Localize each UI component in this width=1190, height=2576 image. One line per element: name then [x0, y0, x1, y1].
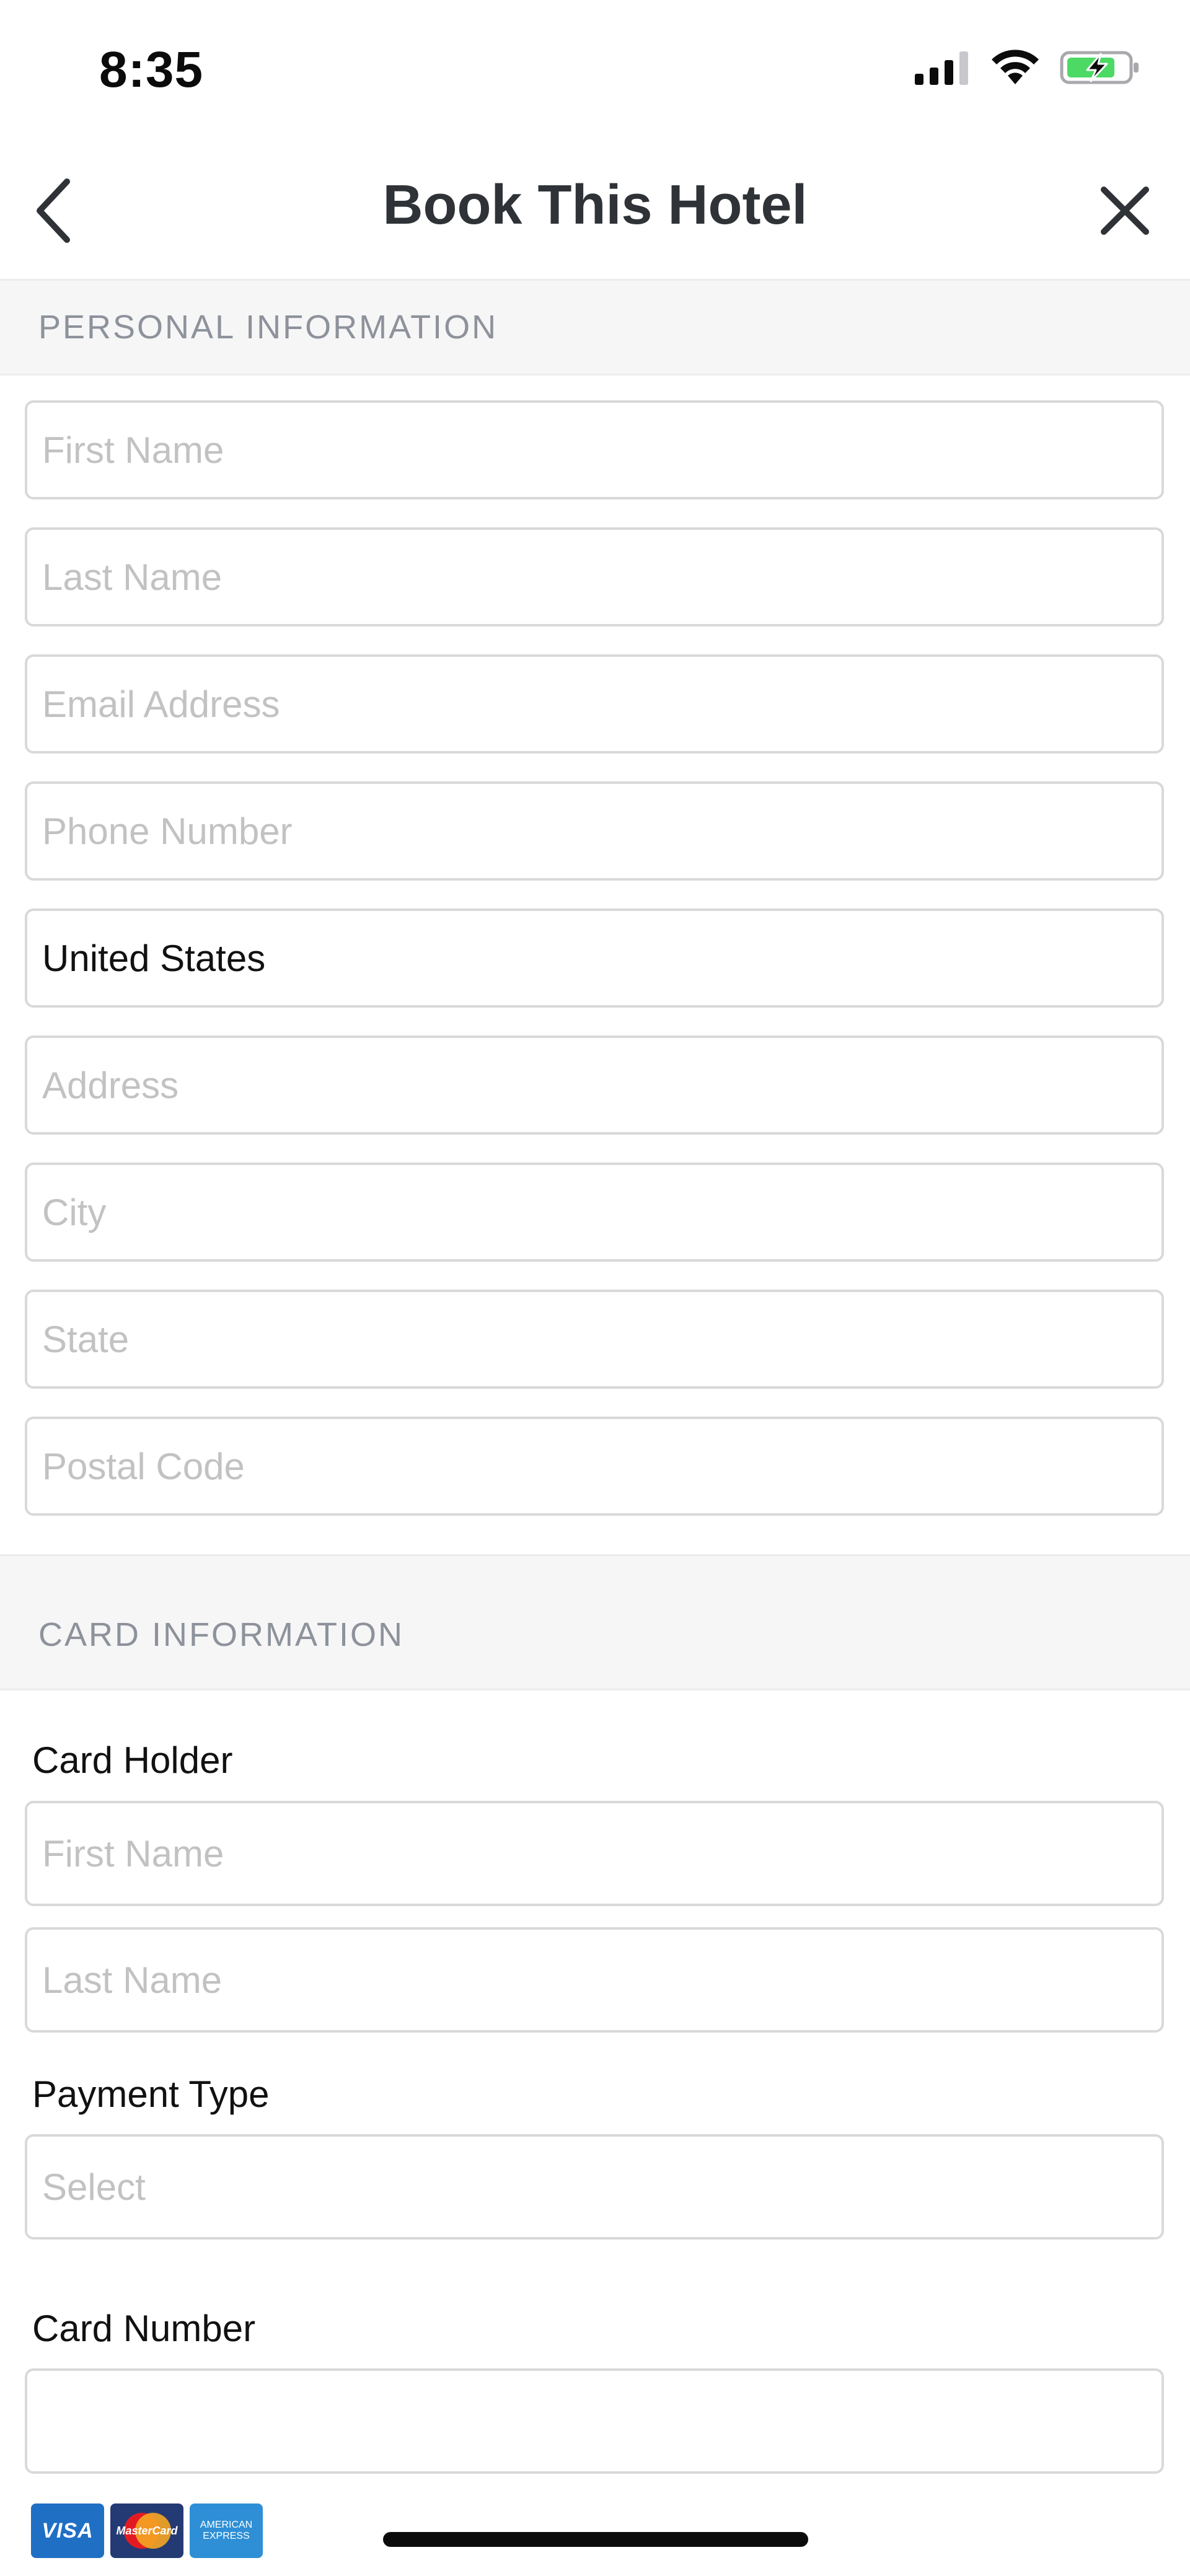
section-title-personal: PERSONAL INFORMATION: [38, 309, 498, 346]
first-name-field[interactable]: [25, 400, 1164, 499]
phone-field[interactable]: [25, 781, 1164, 881]
home-indicator[interactable]: [383, 2532, 808, 2547]
payment-type-placeholder: Select: [42, 2166, 146, 2208]
status-bar: 8:35: [0, 0, 1190, 143]
card-logos: VISA MasterCard AMERICAN EXPRESS: [31, 2503, 263, 2558]
amex-logo-text: AMERICAN EXPRESS: [200, 2520, 252, 2542]
country-select[interactable]: United States: [25, 908, 1164, 1008]
card-number-label: Card Number: [32, 2308, 256, 2349]
close-icon: [1101, 187, 1149, 235]
nav-header: Book This Hotel: [0, 143, 1190, 281]
email-field[interactable]: [25, 654, 1164, 754]
card-holder-first-name-field[interactable]: [25, 1801, 1164, 1906]
payment-type-label: Payment Type: [32, 2073, 270, 2115]
amex-logo-icon: AMERICAN EXPRESS: [190, 2503, 263, 2558]
section-title-card: CARD INFORMATION: [38, 1616, 404, 1653]
section-header-card: CARD INFORMATION: [0, 1554, 1190, 1690]
mastercard-logo-text: MasterCard: [116, 2524, 178, 2537]
battery-charging-icon: [1060, 51, 1139, 84]
card-holder-last-name-field[interactable]: [25, 1927, 1164, 2033]
section-header-personal: PERSONAL INFORMATION: [0, 279, 1190, 376]
close-button[interactable]: [1091, 177, 1159, 245]
page-title: Book This Hotel: [382, 174, 808, 236]
postal-code-field[interactable]: [25, 1417, 1164, 1516]
country-value: United States: [42, 937, 266, 979]
status-icons: [914, 48, 1140, 87]
amex-line-1: AMERICAN: [200, 2520, 253, 2530]
city-field[interactable]: [25, 1163, 1164, 1262]
last-name-field[interactable]: [25, 527, 1164, 626]
visa-logo-text: VISA: [42, 2518, 94, 2543]
amex-line-2: EXPRESS: [203, 2531, 250, 2541]
card-number-field[interactable]: [25, 2368, 1164, 2474]
wifi-icon: [992, 50, 1039, 84]
signal-icon: [915, 51, 968, 85]
state-field[interactable]: [25, 1290, 1164, 1389]
card-holder-label: Card Holder: [32, 1739, 233, 1781]
address-field[interactable]: [25, 1035, 1164, 1135]
payment-type-select[interactable]: Select: [25, 2134, 1164, 2240]
visa-logo-icon: VISA: [31, 2503, 104, 2558]
status-time: 8:35: [99, 42, 204, 98]
mastercard-logo-icon: MasterCard: [110, 2503, 183, 2558]
